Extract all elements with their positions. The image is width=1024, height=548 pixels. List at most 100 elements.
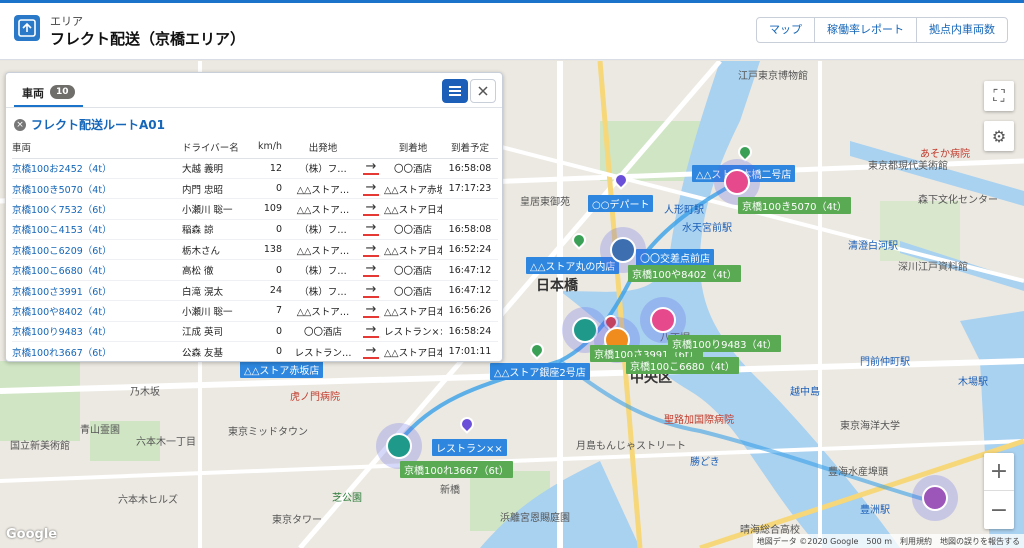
table-row[interactable]: 京橋100や8402（4t）小瀬川 聡一7△△ストア… → △△ストア日本橋16:5… — [12, 300, 498, 322]
vehicle-label[interactable]: 京橋100こ6680（4t） — [626, 357, 739, 374]
column-header[interactable]: 到着地 — [384, 136, 442, 159]
origin-name: （株）フ… — [288, 280, 358, 302]
table-row[interactable]: 京橋100こ4153（4t） 稲森 諒 0 （株）フ… → 〇〇酒店 16:58:08 — [12, 219, 498, 241]
place-label: 豊海水産埠頭 — [828, 467, 888, 478]
vehicle-marker[interactable] — [650, 307, 676, 333]
close-icon — [478, 86, 488, 96]
terms-link[interactable]: 利用規約 — [900, 536, 932, 547]
driver-name: 栃木さん — [182, 239, 252, 261]
column-header[interactable]: 出発地 — [288, 136, 358, 159]
table-row[interactable]: 京橋100れ3667（6t）公森 友基0レストラン… → △△ストア日本橋17:01… — [12, 341, 498, 361]
vehicle-table: 車両 ドライバー名 km/h 出発地 到着地 到着予定 京橋100お2452（4… — [12, 136, 498, 361]
place-label: 新橋 — [440, 485, 460, 496]
store-label[interactable]: レストラン×× — [432, 439, 507, 456]
place-label: 越中島 — [790, 387, 820, 398]
attribution-data: 地図データ ©2020 Google — [756, 536, 859, 546]
arrow-icon: → — [363, 323, 379, 339]
origin-name: △△ストア… — [288, 300, 358, 322]
destination-name: 〇〇酒店 — [384, 219, 442, 241]
place-label: 森下文化センター — [918, 195, 998, 206]
place-label: あそか病院 — [920, 149, 970, 160]
table-row[interactable]: 京橋100り9483（4t） 江成 英司 0 〇〇酒店 → レストラン×× 16:58:24 — [12, 321, 498, 343]
vehicle-name-link[interactable]: 京橋100れ3667（6t） — [12, 341, 182, 361]
vehicle-marker[interactable] — [610, 237, 636, 263]
fullscreen-icon[interactable]: ⛶ — [984, 81, 1014, 111]
direction-arrow-icon: → — [358, 321, 384, 343]
utilization-report-button[interactable]: 稼働率レポート — [815, 18, 917, 42]
table-row[interactable]: 京橋100き5070（4t） 内門 忠昭 0 △△ストア… → △△ストア赤坂 17:17:… — [12, 178, 498, 200]
vehicle-name-link[interactable]: 京橋100や8402（4t） — [12, 300, 182, 322]
place-label: 東京ミッドタウン — [228, 427, 308, 438]
zoom-out-button[interactable]: − — [984, 491, 1014, 529]
speed-value: 109 — [252, 198, 288, 220]
column-header[interactable]: km/h — [252, 136, 288, 159]
origin-name: △△ストア… — [288, 239, 358, 261]
vehicle-label[interactable]: 京橋100り9483（4t） — [668, 335, 781, 352]
arrow-icon: → — [363, 242, 379, 257]
column-header[interactable]: 到着予定 — [442, 136, 498, 159]
place-label: 国立新美術館 — [10, 441, 70, 452]
origin-name: レストラン… — [288, 341, 358, 361]
arrow-icon: → — [363, 283, 379, 298]
vehicle-label[interactable]: 京橋100や8402（4t） — [628, 265, 741, 282]
table-row[interactable]: 京橋100お2452（4t） 大越 義明 12 （株）フ… → 〇〇酒店 16:58:08 — [12, 158, 498, 179]
arrow-icon: → — [363, 262, 379, 278]
zoom-in-button[interactable]: + — [984, 453, 1014, 491]
eta-time: 16:58:24 — [442, 321, 498, 343]
table-row[interactable]: 京橋100こ6680（4t） 高松 徹 0 （株）フ… → 〇〇酒店 16:47:12 — [12, 259, 498, 281]
vehicle-name-link[interactable]: 京橋100こ6209（6t） — [12, 239, 182, 261]
store-label[interactable]: ○○デパート — [588, 195, 654, 212]
eta-time: 17:01:11 — [442, 341, 498, 361]
place-label: 勝どき — [690, 457, 720, 468]
vehicle-marker[interactable] — [572, 317, 598, 343]
table-row[interactable]: 京橋100く7532（6t）小瀬川 聡一109△△ストア… → △△ストア日本橋 — [12, 198, 498, 220]
route-name[interactable]: フレクト配送ルートA01 — [31, 116, 165, 133]
map-button[interactable]: マップ — [757, 18, 815, 42]
column-header[interactable]: 車両 — [12, 136, 182, 159]
vehicle-name-link[interactable]: 京橋100こ6680（4t） — [12, 259, 182, 281]
origin-name: △△ストア… — [288, 178, 358, 200]
destination-name: △△ストア日本橋 — [384, 198, 442, 220]
vehicle-marker[interactable] — [386, 433, 412, 459]
vehicle-label[interactable]: 京橋100き5070（4t） — [738, 197, 851, 214]
vehicle-label[interactable]: 京橋100れ3667（6t） — [400, 461, 513, 478]
destination-name: レストラン×× — [384, 321, 442, 343]
close-button[interactable] — [470, 79, 496, 103]
vehicle-name-link[interactable]: 京橋100き5070（4t） — [12, 178, 182, 200]
remove-route-icon[interactable]: × — [14, 118, 26, 131]
settings-icon[interactable]: ⚙ — [984, 121, 1014, 151]
eta-time: 16:52:24 — [442, 239, 498, 261]
google-logo: Google — [6, 527, 58, 542]
vehicle-marker[interactable] — [922, 485, 948, 511]
column-header[interactable]: ドライバー名 — [182, 136, 252, 159]
speed-value: 138 — [252, 239, 288, 261]
store-label[interactable]: △△ストア赤坂店 — [240, 361, 324, 378]
store-label[interactable]: △△ストア丸の内店 — [526, 257, 620, 274]
store-label[interactable]: △△ストア銀座2号店 — [490, 363, 590, 380]
page-title: フレクト配送（京橋エリア） — [50, 30, 246, 48]
report-error-link[interactable]: 地図の誤りを報告する — [940, 536, 1020, 547]
arrow-icon: → — [363, 303, 379, 318]
speed-value: 0 — [252, 321, 288, 343]
direction-arrow-icon: → — [358, 198, 384, 220]
speed-value: 12 — [252, 158, 288, 179]
vehicle-marker[interactable] — [724, 169, 750, 195]
menu-button[interactable] — [442, 79, 468, 103]
vehicle-name-link[interactable]: 京橋100さ3991（6t） — [12, 280, 182, 302]
origin-name: △△ストア… — [288, 198, 358, 220]
table-row[interactable]: 京橋100こ6209（6t）栃木さん138△△ストア… → △△ストア日本橋16:5… — [12, 239, 498, 261]
vehicle-name-link[interactable]: 京橋100こ4153（4t） — [12, 219, 182, 241]
tab-vehicles[interactable]: 車両 10 — [14, 81, 83, 107]
driver-name: 大越 義明 — [182, 158, 252, 179]
table-row[interactable]: 京橋100さ3991（6t） 白滝 滉太 24 （株）フ… → 〇〇酒店 16:47:12 — [12, 280, 498, 302]
eta-time — [442, 198, 498, 220]
store-label[interactable]: 〇〇交差点前店 — [636, 249, 714, 266]
origin-name: （株）フ… — [288, 259, 358, 281]
direction-arrow-icon: → — [358, 280, 384, 302]
vehicle-name-link[interactable]: 京橋100お2452（4t） — [12, 158, 182, 179]
app-header: エリア フレクト配送（京橋エリア） マップ 稼働率レポート 拠点内車両数 — [0, 0, 1024, 60]
place-label: 東京海洋大学 — [840, 421, 900, 432]
vehicle-name-link[interactable]: 京橋100り9483（4t） — [12, 321, 182, 343]
vehicle-name-link[interactable]: 京橋100く7532（6t） — [12, 198, 182, 220]
vehicles-per-base-button[interactable]: 拠点内車両数 — [917, 18, 1007, 42]
